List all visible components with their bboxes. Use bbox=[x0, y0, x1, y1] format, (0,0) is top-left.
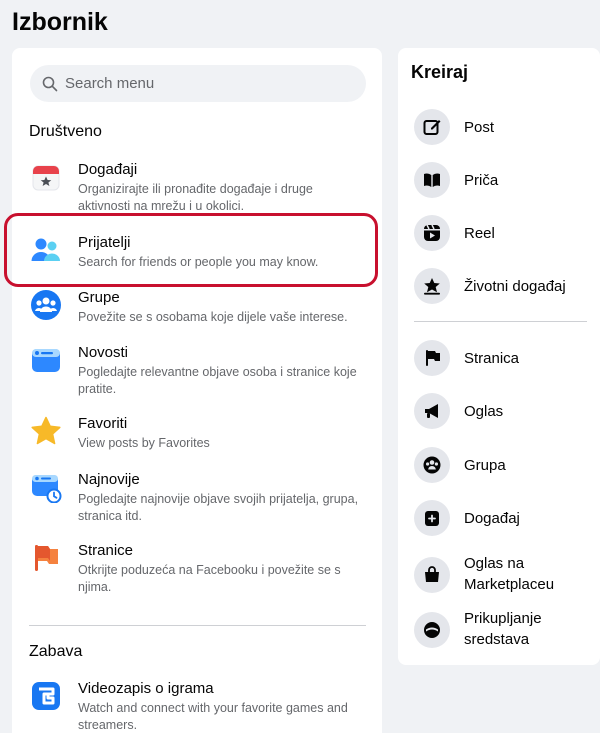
create-item-label: Post bbox=[464, 119, 495, 136]
reel-icon bbox=[424, 224, 440, 241]
recent-icon bbox=[32, 475, 62, 503]
life-event-icon bbox=[424, 278, 440, 295]
create-item-label: Životni događaj bbox=[464, 278, 566, 295]
highlight-outline bbox=[4, 213, 378, 287]
create-icon-circle bbox=[414, 109, 450, 145]
page-title: Izbornik bbox=[12, 8, 108, 36]
create-item-label: Stranica bbox=[464, 350, 520, 367]
create-item-label: Prikupljanje sredstava bbox=[464, 610, 542, 648]
create-card: Kreiraj Post Priča Reel Životni događaj … bbox=[398, 48, 600, 665]
menu-item-desc: Otkrijte poduzeća na Facebooku i povežit… bbox=[78, 563, 341, 594]
create-icon-circle bbox=[414, 557, 450, 593]
create-icon-circle bbox=[414, 162, 450, 198]
groups-icon bbox=[31, 290, 61, 320]
menu-item-desc: Pogledajte najnovije objave svojih prija… bbox=[78, 492, 359, 523]
create-item-marketplace-ad[interactable]: Oglas na Marketplaceu bbox=[398, 553, 600, 595]
star-icon bbox=[31, 416, 61, 445]
marketplace-icon bbox=[425, 566, 439, 582]
create-icon-circle bbox=[414, 268, 450, 304]
menu-item-gaming-video[interactable]: Videozapis o igrama Watch and connect wi… bbox=[12, 680, 382, 732]
section-title-entertainment: Zabava bbox=[29, 643, 83, 660]
menu-item-label: Događaji bbox=[78, 161, 138, 178]
create-title: Kreiraj bbox=[411, 62, 469, 82]
create-item-label: Priča bbox=[464, 172, 499, 189]
search-icon bbox=[42, 76, 58, 91]
menu-item-label: Favoriti bbox=[78, 415, 128, 432]
menu-item-recent[interactable]: Najnovije Pogledajte najnovije objave sv… bbox=[12, 471, 382, 523]
menu-item-label: Novosti bbox=[78, 344, 129, 361]
book-icon bbox=[424, 173, 440, 187]
menu-card: Društveno Događaji Organizirajte ili pro… bbox=[12, 48, 382, 733]
menu-item-groups[interactable]: Grupe Povežite se s osobama koje dijele … bbox=[12, 289, 382, 329]
create-icon-circle bbox=[414, 447, 450, 483]
create-item-event[interactable]: Događaj bbox=[398, 500, 600, 536]
flag-icon bbox=[35, 545, 58, 571]
create-item-reel[interactable]: Reel bbox=[398, 215, 600, 251]
fundraiser-icon bbox=[424, 622, 440, 638]
create-item-label: Reel bbox=[464, 225, 495, 242]
menu-item-desc: Pogledajte relevantne objave osoba i str… bbox=[78, 365, 357, 396]
menu-item-desc: View posts by Favorites bbox=[78, 436, 210, 450]
menu-item-desc: Watch and connect with your favorite gam… bbox=[78, 701, 348, 732]
menu-item-desc: Organizirajte ili pronađite događaje i d… bbox=[78, 182, 313, 213]
menu-item-events[interactable]: Događaji Organizirajte ili pronađite dog… bbox=[12, 161, 382, 213]
create-item-story[interactable]: Priča bbox=[398, 162, 600, 198]
gaming-video-icon bbox=[32, 682, 60, 710]
create-item-label: Događaj bbox=[464, 510, 520, 527]
menu-item-feed[interactable]: Novosti Pogledajte relevantne objave oso… bbox=[12, 344, 382, 396]
divider bbox=[29, 625, 366, 626]
section-title-social: Društveno bbox=[29, 123, 102, 140]
create-item-ad[interactable]: Oglas bbox=[398, 393, 600, 429]
create-icon-circle bbox=[414, 340, 450, 376]
event-icon bbox=[425, 511, 439, 526]
group-icon bbox=[423, 456, 441, 474]
create-item-post[interactable]: Post bbox=[398, 109, 600, 145]
create-icon-circle bbox=[414, 215, 450, 251]
create-icon-circle bbox=[414, 612, 450, 648]
feed-icon bbox=[32, 349, 60, 372]
divider bbox=[414, 321, 587, 322]
menu-item-label: Stranice bbox=[78, 542, 134, 559]
flag-icon bbox=[426, 350, 440, 366]
create-item-label: Oglas bbox=[464, 403, 504, 420]
calendar-icon bbox=[32, 165, 60, 191]
menu-item-label: Grupe bbox=[78, 289, 120, 306]
menu-item-desc: Povežite se s osobama koje dijele vaše i… bbox=[78, 310, 348, 324]
create-item-fundraiser[interactable]: Prikupljanje sredstava bbox=[398, 608, 600, 650]
create-item-page[interactable]: Stranica bbox=[398, 340, 600, 376]
create-icon-circle bbox=[414, 393, 450, 429]
create-icon-circle bbox=[414, 500, 450, 536]
menu-item-favorites[interactable]: Favoriti View posts by Favorites bbox=[12, 415, 382, 455]
edit-icon bbox=[423, 120, 441, 135]
create-item-label: Grupa bbox=[464, 457, 506, 474]
menu-item-pages[interactable]: Stranice Otkrijte poduzeća na Facebooku … bbox=[12, 542, 382, 594]
create-item-life-event[interactable]: Životni događaj bbox=[398, 268, 600, 304]
search-box[interactable] bbox=[30, 65, 366, 102]
create-item-group[interactable]: Grupa bbox=[398, 447, 600, 483]
search-input[interactable] bbox=[65, 75, 345, 92]
menu-item-label: Najnovije bbox=[78, 471, 140, 488]
menu-item-label: Videozapis o igrama bbox=[78, 680, 214, 697]
megaphone-icon bbox=[425, 404, 438, 418]
create-item-label: Oglas na Marketplaceu bbox=[464, 555, 555, 593]
